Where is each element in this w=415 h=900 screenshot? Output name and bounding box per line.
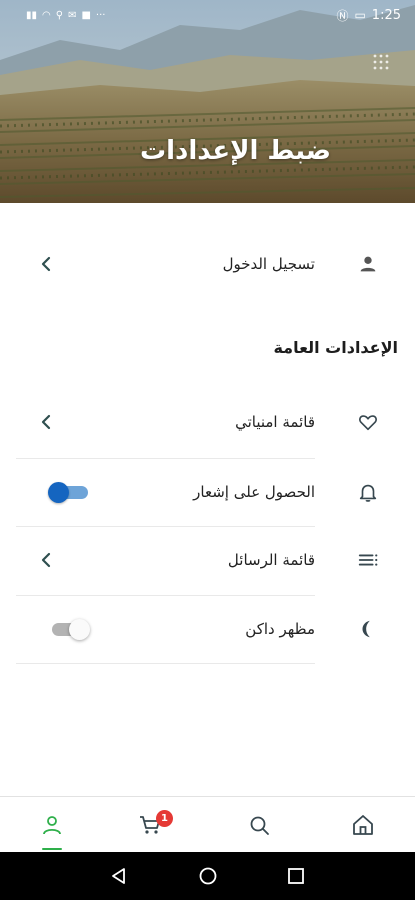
divider	[16, 663, 315, 664]
person-icon	[360, 256, 376, 272]
cart-badge: 1	[156, 810, 173, 827]
notifications-row: الحصول على إشعار	[0, 459, 415, 525]
dark-mode-row: مظهر داكن	[0, 596, 415, 662]
messages-label: قائمة الرسائل	[227, 551, 315, 569]
nav-cart[interactable]	[120, 797, 180, 853]
system-nav-bar	[0, 852, 415, 900]
moon-icon	[362, 620, 370, 638]
dots-grid-icon	[373, 54, 389, 70]
landscape-image	[0, 0, 415, 203]
chevron-left-icon	[41, 414, 51, 430]
usb-icon: ⚲	[55, 9, 64, 21]
list-icon	[358, 554, 378, 566]
recents-icon[interactable]	[286, 866, 306, 886]
dark-mode-toggle[interactable]	[48, 617, 90, 641]
header-banner: ▮▮ ◠ ⚲ ✉ ■ ··· Ⓝ ▭ 1:25 ضبط الإعدادات	[0, 0, 415, 203]
toggle-knob	[48, 482, 69, 503]
message-icon: ✉	[68, 9, 77, 21]
messages-row[interactable]: قائمة الرسائل	[0, 527, 415, 593]
notifications-toggle[interactable]	[48, 480, 90, 504]
battery-icon: ▭	[354, 8, 366, 22]
signal-icon: ▮▮	[26, 9, 38, 21]
wishlist-label: قائمة امنياتي	[235, 413, 315, 431]
login-row[interactable]: تسجيل الدخول	[0, 231, 415, 297]
home-icon	[353, 815, 373, 835]
general-settings-title: الإعدادات العامة	[273, 338, 398, 357]
wishlist-row[interactable]: قائمة امنياتي	[0, 389, 415, 455]
home-circle-icon[interactable]	[198, 866, 218, 886]
login-label: تسجيل الدخول	[222, 255, 315, 273]
nav-profile[interactable]	[22, 797, 82, 853]
bell-icon	[359, 484, 377, 502]
active-tab-indicator	[42, 848, 62, 850]
notifications-label: الحصول على إشعار	[193, 483, 315, 501]
bottom-nav	[0, 796, 415, 852]
status-icons-left: ▮▮ ◠ ⚲ ✉ ■ ···	[26, 10, 105, 21]
dark-mode-label: مظهر داكن	[245, 620, 315, 638]
chevron-left-icon	[41, 552, 51, 568]
page-title: ضبط الإعدادات	[140, 136, 331, 166]
nav-home[interactable]	[333, 797, 393, 853]
status-icons-right: Ⓝ ▭ 1:25	[336, 7, 401, 24]
nfc-icon: Ⓝ	[336, 8, 349, 23]
app-icon: ■	[81, 9, 91, 21]
more-icon: ···	[95, 9, 106, 21]
status-bar: ▮▮ ◠ ⚲ ✉ ■ ··· Ⓝ ▭ 1:25	[0, 0, 415, 30]
clock: 1:25	[371, 7, 401, 23]
wifi-icon: ◠	[42, 9, 51, 21]
heart-icon	[359, 415, 377, 431]
profile-icon	[43, 816, 61, 835]
search-icon	[250, 816, 269, 835]
nav-search[interactable]	[229, 797, 289, 853]
back-icon[interactable]	[109, 866, 129, 886]
chevron-left-icon	[41, 256, 51, 272]
toggle-knob	[69, 619, 90, 640]
